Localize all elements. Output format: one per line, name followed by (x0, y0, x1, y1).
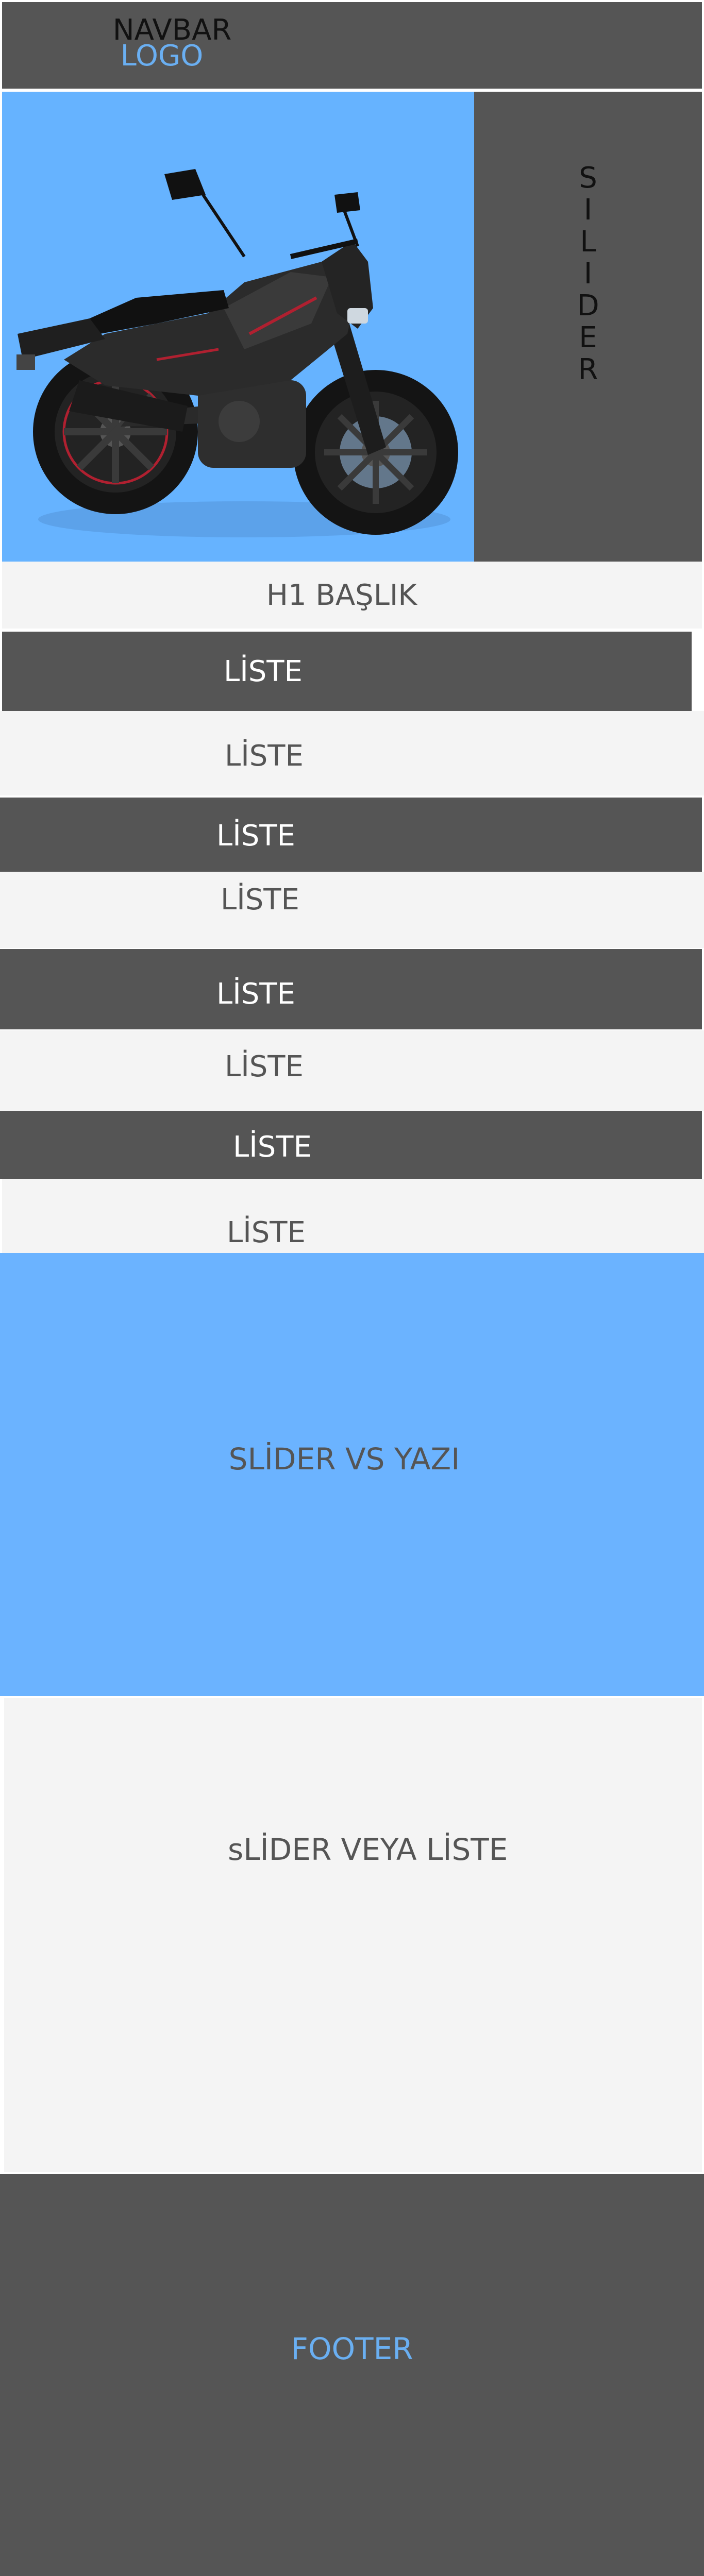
list-item-label: LİSTE (216, 819, 295, 853)
page-title: H1 BAŞLIK (266, 578, 417, 612)
footer-label: FOOTER (291, 2331, 413, 2366)
list-item[interactable]: LİSTE (0, 872, 704, 948)
navbar: NAVBAR LOGO (2, 2, 702, 89)
list-item[interactable]: LİSTE (0, 949, 702, 1029)
list-item[interactable]: LİSTE (0, 1111, 702, 1179)
list-item-label: LİSTE (224, 655, 303, 688)
list-item-label: LİSTE (216, 977, 295, 1011)
slider-letter: I (583, 257, 593, 291)
logo[interactable]: LOGO (2, 39, 322, 73)
list-item[interactable]: LİSTE (0, 1030, 704, 1111)
list-item[interactable]: LİSTE (0, 798, 702, 872)
slider-letter: D (577, 289, 599, 323)
slider-letter: R (578, 353, 598, 386)
slider-letter: S (579, 161, 597, 195)
side-slider-letters: S I L I D E R (474, 164, 702, 387)
motorcycle-icon (16, 169, 458, 537)
slider-letter: L (580, 225, 596, 259)
list-item[interactable]: LİSTE (2, 632, 692, 711)
slider-letter: E (579, 321, 597, 354)
list-item-label: LİSTE (225, 1050, 304, 1083)
list-item-label: LİSTE (233, 1130, 312, 1164)
slider-text-section: SLİDER VS YAZI (0, 1253, 704, 1696)
list-item[interactable]: LİSTE (2, 1179, 704, 1253)
slider-text-label: SLİDER VS YAZI (228, 1442, 460, 1477)
slider-letter: I (583, 193, 593, 227)
list-item-label: LİSTE (227, 1216, 306, 1249)
footer: FOOTER (0, 2174, 704, 2576)
hero-motorcycle-image (2, 92, 474, 562)
slider-list-section: sLİDER VEYA LİSTE (4, 1698, 702, 2172)
list-item[interactable]: LİSTE (0, 711, 704, 795)
slider-list-label: sLİDER VEYA LİSTE (228, 1832, 508, 1867)
list-item-label: LİSTE (221, 883, 299, 917)
list-item-label: LİSTE (225, 739, 304, 773)
heading-section: H1 BAŞLIK (2, 562, 702, 629)
